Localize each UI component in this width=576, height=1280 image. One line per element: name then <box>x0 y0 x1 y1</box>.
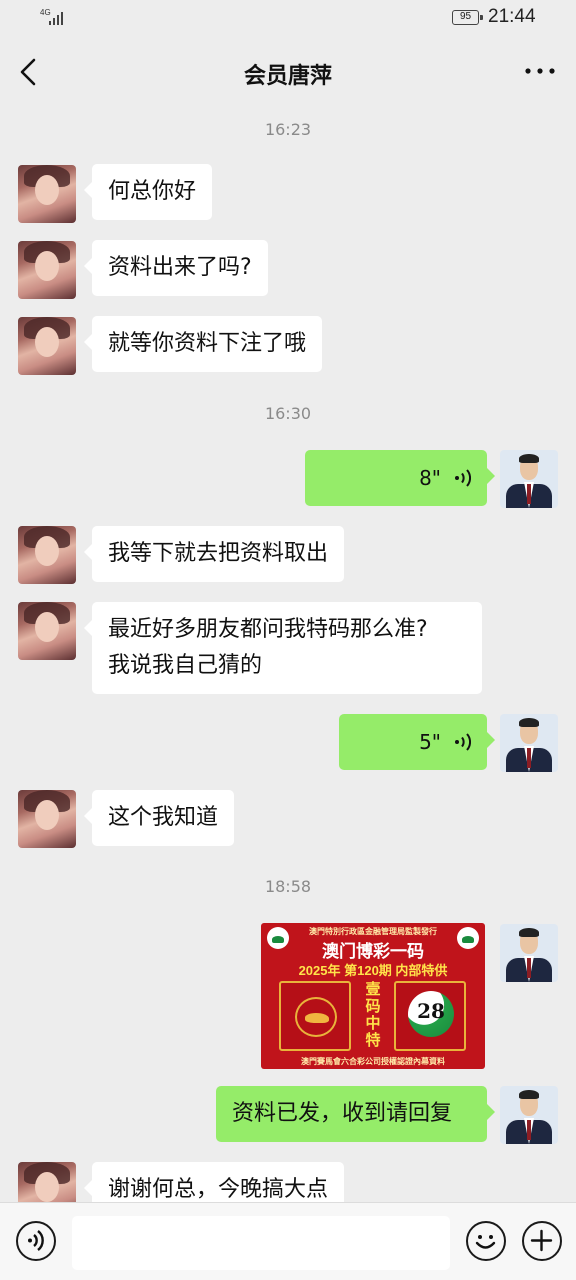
image-middle-text: 壹 码 中 特 <box>361 981 385 1049</box>
user-avatar[interactable] <box>500 450 558 508</box>
message-line: 最近好多朋友都问我特码那么准? <box>108 617 428 642</box>
clock: 21:44 <box>488 6 536 27</box>
incoming-message[interactable]: 就等你资料下注了哦 <box>83 316 323 372</box>
message-line: 我说我自己猜的 <box>108 653 263 678</box>
emoji-icon <box>475 1235 496 1249</box>
more-functions-button[interactable] <box>522 1221 562 1261</box>
chat-title: 会员唐萍 <box>243 64 332 89</box>
contact-avatar[interactable] <box>18 317 76 375</box>
voice-toggle-icon <box>28 1230 44 1251</box>
ball-number: 28 <box>417 999 445 1023</box>
incoming-message[interactable]: 这个我知道 <box>83 790 235 846</box>
voice-toggle-button[interactable] <box>16 1221 56 1261</box>
ellipsis-icon <box>525 68 555 74</box>
contact-avatar[interactable] <box>18 165 76 223</box>
tiger-panel <box>279 981 351 1051</box>
message-input[interactable] <box>72 1216 450 1270</box>
message-list[interactable]: 16:23 何总你好 资料出来了吗? 就等你资料下注了哦 16:30 8" 我等… <box>0 108 576 1202</box>
user-avatar[interactable] <box>500 714 558 772</box>
status-bar: 4G 95 21:44 <box>0 0 576 36</box>
timestamp: 16:23 <box>264 120 312 139</box>
image-message[interactable]: 澳門特別行政區金融管理局監製發行 澳门博彩一码 2025年 第120期 内部特供… <box>261 923 485 1069</box>
contact-avatar[interactable] <box>18 790 76 848</box>
image-top-text: 澳門特別行政區金融管理局監製發行 <box>309 927 437 936</box>
tiger-icon <box>295 997 337 1037</box>
signal-icon <box>49 11 67 25</box>
incoming-message[interactable]: 谢谢何总，今晚搞大点 <box>83 1162 345 1202</box>
input-bar <box>0 1202 576 1280</box>
chat-header: 会员唐萍 <box>0 36 576 108</box>
incoming-message[interactable]: 资料出来了吗? <box>84 240 268 296</box>
incoming-message[interactable]: 最近好多朋友都问我特码那么准? 我说我自己猜的 <box>84 602 482 694</box>
image-footer: 澳門賽馬會六合彩公司授權認證內幕資料 <box>301 1057 445 1066</box>
timestamp: 18:58 <box>264 877 312 896</box>
battery-icon: 95 <box>452 10 483 25</box>
middle-char: 中 <box>365 1015 381 1032</box>
voice-wave-icon <box>455 733 471 751</box>
contact-avatar[interactable] <box>18 1162 76 1202</box>
incoming-message[interactable]: 我等下就去把资料取出 <box>83 526 345 582</box>
incoming-message[interactable]: 何总你好 <box>83 164 213 220</box>
middle-char: 特 <box>365 1032 381 1049</box>
voice-message[interactable]: 5" <box>339 714 495 770</box>
emoji-button[interactable] <box>466 1221 506 1261</box>
contact-avatar[interactable] <box>18 241 76 299</box>
middle-char: 码 <box>365 998 381 1015</box>
number-ball: 28 <box>408 991 454 1037</box>
voice-wave-icon <box>455 469 471 487</box>
user-avatar[interactable] <box>500 1086 558 1144</box>
voice-message[interactable]: 8" <box>305 450 495 506</box>
voice-duration: 5" <box>419 730 441 754</box>
voice-duration: 8" <box>419 466 441 490</box>
number-panel: 28 <box>394 981 466 1051</box>
timestamp: 16:30 <box>264 404 312 423</box>
image-subtitle: 2025年 第120期 内部特供 <box>298 963 448 978</box>
user-avatar[interactable] <box>500 924 558 982</box>
middle-char: 壹 <box>365 981 381 998</box>
contact-avatar[interactable] <box>18 526 76 584</box>
outgoing-message[interactable]: 资料已发，收到请回复 <box>216 1086 495 1142</box>
plus-icon <box>530 1229 553 1252</box>
image-title: 澳门博彩一码 <box>322 942 424 961</box>
contact-avatar[interactable] <box>18 602 76 660</box>
more-button[interactable] <box>522 56 558 86</box>
